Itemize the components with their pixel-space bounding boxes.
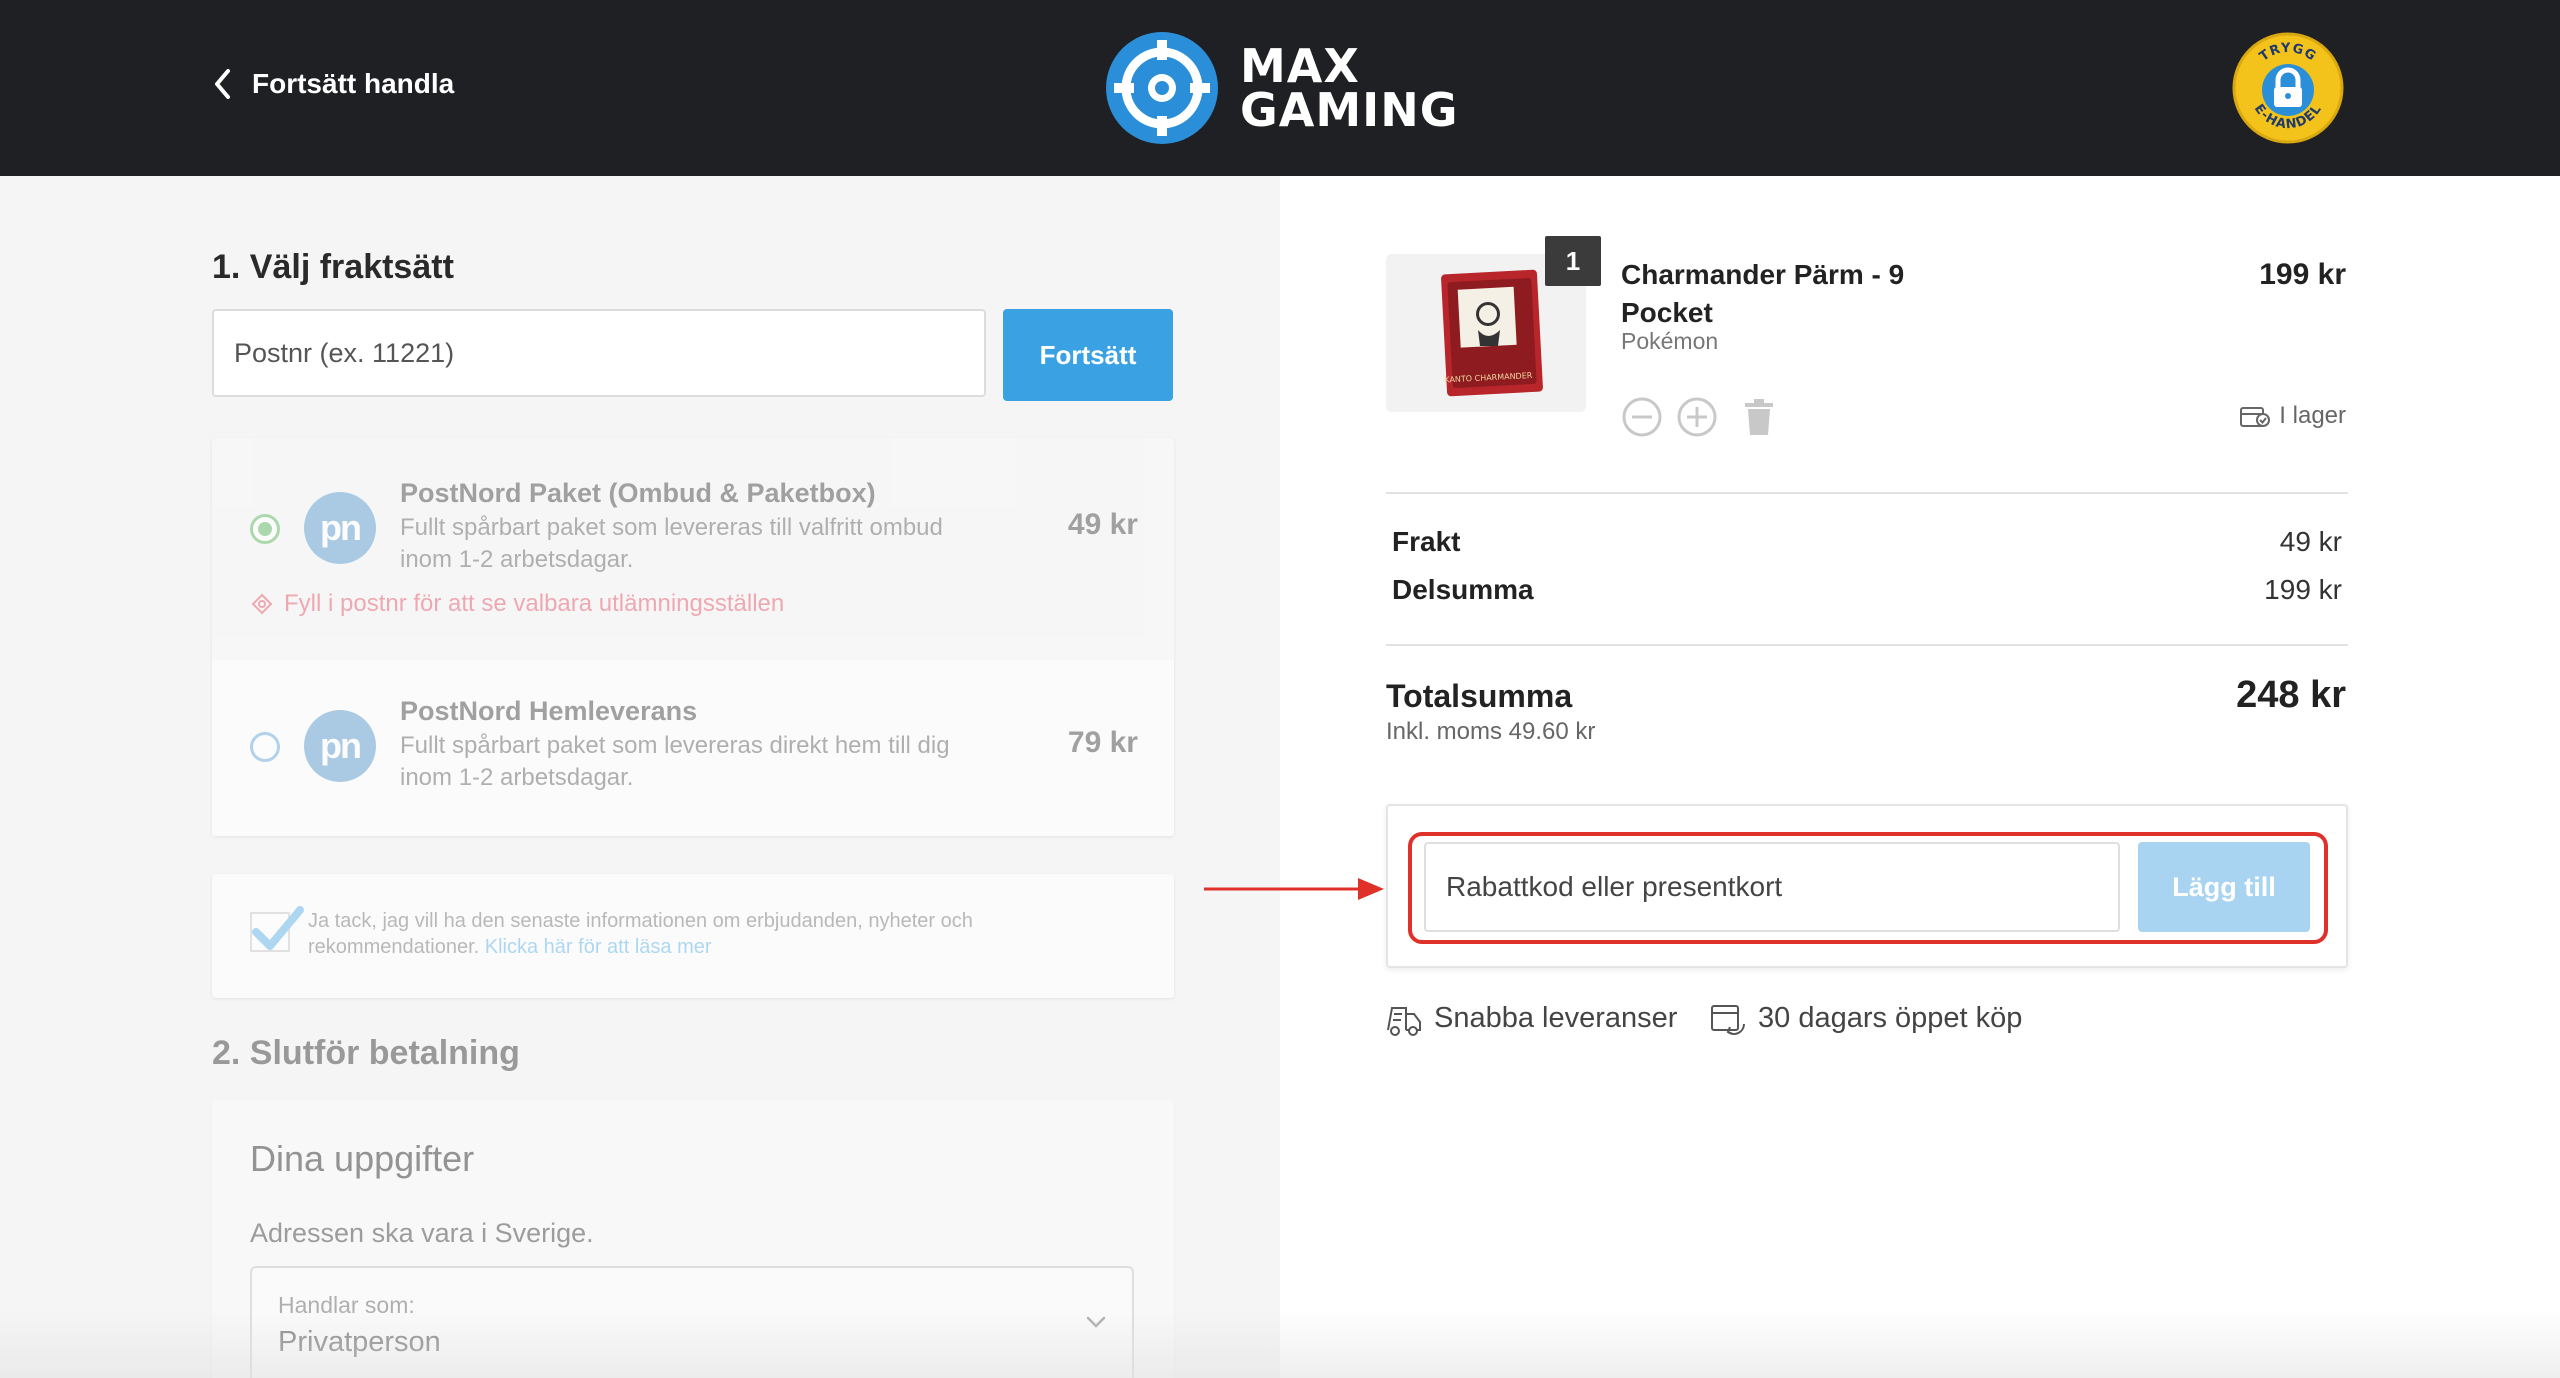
total-divider — [1386, 644, 2348, 646]
product-brand: Pokémon — [1621, 328, 1719, 354]
postnord-logo-icon: pn — [304, 492, 376, 564]
summary-divider — [1386, 492, 2348, 494]
shipping-radio[interactable] — [250, 732, 280, 762]
postnord-logo-icon: pn — [304, 710, 376, 782]
newsletter-text: Ja tack, jag vill ha den senaste informa… — [308, 908, 1098, 960]
customer-details-title: Dina uppgifter — [250, 1138, 475, 1179]
shipping-section-title: 1. Välj fraktsätt — [212, 248, 454, 286]
shipping-option-postnord-hem[interactable]: pn PostNord Hemleverans Fullt spårbart p… — [212, 660, 1174, 836]
customer-type-select[interactable]: Handlar som: Privatperson — [250, 1266, 1134, 1378]
checkout-left-column: 1. Välj fraktsätt Postnr (ex. 11221) For… — [0, 176, 1280, 1378]
chevron-down-icon — [1086, 1316, 1106, 1328]
checkmark-icon — [252, 906, 304, 950]
perk-fast-delivery: Snabba leveranser — [1384, 998, 1677, 1038]
address-note: Adressen ska vara i Sverige. — [250, 1218, 594, 1248]
shipping-option-title: PostNord Paket (Ombud & Paketbox) — [400, 478, 876, 508]
postal-code-input[interactable]: Postnr (ex. 11221) — [212, 309, 986, 397]
shipping-option-price: 49 kr — [1067, 508, 1138, 541]
shipping-option-title: PostNord Hemleverans — [400, 696, 698, 726]
truck-icon — [1387, 1007, 1421, 1036]
customer-details-card: Dina uppgifter Adressen ska vara i Sveri… — [212, 1100, 1174, 1378]
product-name[interactable]: Charmander Pärm - 9 Pocket — [1621, 256, 1941, 332]
logo-line-gaming: GAMING — [1240, 83, 1459, 137]
customer-type-value: Privatperson — [278, 1326, 441, 1358]
newsletter-checkbox[interactable] — [250, 906, 304, 952]
perk-open-purchase-label: 30 dagars öppet köp — [1758, 1001, 2023, 1034]
newsletter-optin: Ja tack, jag vill ha den senaste informa… — [212, 874, 1174, 998]
apply-coupon-button[interactable]: Lägg till — [2138, 842, 2310, 932]
shipping-note-text: Fyll i postnr för att se valbara utlämni… — [284, 590, 785, 617]
continue-shopping-label: Fortsätt handla — [252, 68, 455, 99]
shipping-option-note: Fyll i postnr för att se valbara utlämni… — [250, 590, 784, 618]
payment-section-title: 2. Slutför betalning — [212, 1034, 520, 1072]
site-header: Fortsätt handla MAX GAMING TRYGG E-HANDE… — [0, 0, 2560, 176]
annotation-arrow-icon — [1204, 878, 1384, 900]
crosshair-logo-icon — [1106, 32, 1218, 144]
total-value: 248 kr — [2236, 674, 2346, 716]
shipping-option-price: 79 kr — [1067, 726, 1138, 759]
continue-shopping-link[interactable]: Fortsätt handla — [212, 62, 454, 106]
shipping-option-description: Fullt spårbart paket som levereras till … — [400, 514, 943, 573]
stock-box-icon — [2240, 407, 2271, 427]
stock-text: I lager — [2279, 402, 2346, 429]
trash-icon[interactable] — [1742, 398, 1776, 436]
shipping-cost-label: Frakt — [1392, 526, 1461, 557]
shipping-cost-value: 49 kr — [2279, 526, 2342, 557]
continue-button[interactable]: Fortsätt — [1003, 309, 1173, 401]
product-price: 199 kr — [2259, 258, 2346, 291]
vat-text: Inkl. moms 49.60 kr — [1386, 718, 1596, 745]
customer-type-label: Handlar som: — [278, 1292, 415, 1318]
location-pin-icon — [251, 593, 273, 615]
total-label: Totalsumma — [1386, 678, 1573, 714]
logo-wordmark: MAX GAMING — [1240, 39, 1459, 137]
logo-line-max: MAX — [1240, 39, 1360, 93]
return-icon — [1711, 1005, 1745, 1035]
perk-open-purchase: 30 dagars öppet köp — [1708, 998, 2022, 1038]
shipping-radio-selected[interactable] — [250, 514, 280, 544]
stock-status: I lager — [2239, 402, 2346, 430]
shipping-option-postnord-paket[interactable]: pn PostNord Paket (Ombud & Paketbox) Ful… — [212, 438, 1174, 660]
chevron-left-icon — [215, 69, 230, 99]
subtotal-value: 199 kr — [2264, 574, 2342, 605]
subtotal-label: Delsumma — [1392, 574, 1534, 605]
increase-quantity-button[interactable] — [1676, 396, 1718, 438]
newsletter-read-more-link[interactable]: Klicka här för att läsa mer — [485, 936, 712, 958]
decrease-quantity-button[interactable] — [1621, 396, 1663, 438]
maxgaming-logo[interactable]: MAX GAMING — [1104, 30, 1459, 146]
shipping-option-description: Fullt spårbart paket som levereras direk… — [400, 732, 950, 791]
coupon-code-input[interactable]: Rabattkod eller presentkort — [1424, 842, 2120, 932]
trygg-ehandel-badge-icon[interactable]: TRYGG E-HANDEL — [2232, 32, 2344, 144]
quantity-badge: 1 — [1545, 236, 1601, 286]
shipping-options: pn PostNord Paket (Ombud & Paketbox) Ful… — [212, 438, 1174, 836]
perk-fast-delivery-label: Snabba leveranser — [1434, 1001, 1678, 1034]
